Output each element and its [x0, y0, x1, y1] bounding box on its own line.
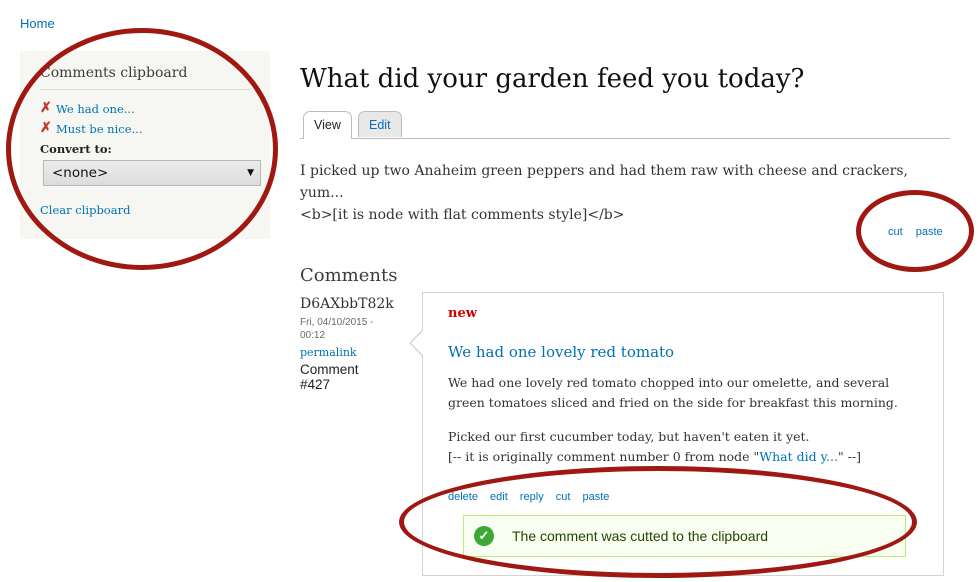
comment-text: " --] [837, 449, 861, 464]
comment-number-line: Comment [300, 362, 359, 377]
comment-date-line: Fri, 04/10/2015 - [300, 317, 374, 328]
tab-edit[interactable]: Edit [358, 111, 402, 137]
clipboard-item-link[interactable]: Must be nice... [56, 122, 142, 136]
comment-edit-link[interactable]: edit [490, 491, 508, 503]
clear-clipboard-link[interactable]: Clear clipboard [40, 203, 250, 217]
clipboard-title: Comments clipboard [40, 65, 250, 90]
clipboard-item: ✗ We had one... [40, 101, 250, 116]
comment-content: new We had one lovely red tomato We had … [409, 292, 944, 576]
comment-reply-link[interactable]: reply [520, 491, 544, 503]
comment-date-line: 00:12 [300, 330, 326, 341]
node-paste-link[interactable]: paste [916, 226, 943, 238]
convert-select-value: <none> [52, 165, 109, 181]
comment-body: We had one lovely red tomato chopped int… [448, 373, 918, 481]
clipboard-item: ✗ Must be nice... [40, 121, 250, 136]
comment-delete-link[interactable]: delete [448, 491, 478, 503]
status-message-text: The comment was cutted to the clipboard [512, 528, 769, 544]
node-body: I picked up two Anaheim green peppers an… [300, 160, 950, 226]
comment-text: [-- it is originally comment number 0 fr… [448, 449, 760, 464]
page-title: What did your garden feed you today? [300, 64, 805, 94]
comment-paste-link[interactable]: paste [583, 491, 610, 503]
remove-x-icon[interactable]: ✗ [40, 121, 56, 135]
node-links: cut paste [888, 226, 953, 238]
convert-select[interactable]: <none> ▼ [43, 160, 261, 186]
comment-meta: D6AXbbT82k Fri, 04/10/2015 - 00:12 perma… [300, 296, 410, 392]
origin-node-link[interactable]: What did y... [759, 449, 838, 464]
dropdown-arrow-icon: ▼ [247, 168, 254, 178]
node-body-line: <b>[it is node with flat comments style]… [300, 207, 625, 223]
node-cut-link[interactable]: cut [888, 226, 903, 238]
status-message: ✓ The comment was cutted to the clipboar… [463, 515, 906, 557]
comment-permalink[interactable]: permalink [300, 346, 410, 359]
tab-view[interactable]: View [303, 111, 352, 139]
clipboard-item-link[interactable]: We had one... [56, 102, 135, 116]
node-body-line: I picked up two Anaheim green peppers an… [300, 163, 908, 201]
comment-paragraph: Picked our first cucumber today, but hav… [448, 427, 918, 467]
comment-paragraph: We had one lovely red tomato chopped int… [448, 375, 898, 410]
comment-date: Fri, 04/10/2015 - 00:12 [300, 316, 410, 342]
convert-label: Convert to: [40, 142, 112, 156]
comment-author: D6AXbbT82k [300, 296, 394, 312]
comment-text: Picked our first cucumber today, but hav… [448, 429, 810, 444]
comment-number-line: #427 [300, 377, 331, 392]
new-badge: new [448, 306, 477, 321]
node-tabs: View Edit [300, 110, 950, 139]
comments-heading: Comments [300, 265, 398, 286]
remove-x-icon[interactable]: ✗ [40, 101, 56, 115]
comment-title-link[interactable]: We had one lovely red tomato [448, 343, 674, 361]
comment-cut-link[interactable]: cut [556, 491, 571, 503]
comment-number: Comment #427 [300, 362, 410, 392]
comment-links: delete edit reply cut paste [448, 491, 618, 503]
breadcrumb-home-link[interactable]: Home [20, 16, 55, 31]
comments-clipboard-block: Comments clipboard ✗ We had one... ✗ Mus… [20, 51, 270, 239]
success-check-icon: ✓ [474, 526, 494, 546]
